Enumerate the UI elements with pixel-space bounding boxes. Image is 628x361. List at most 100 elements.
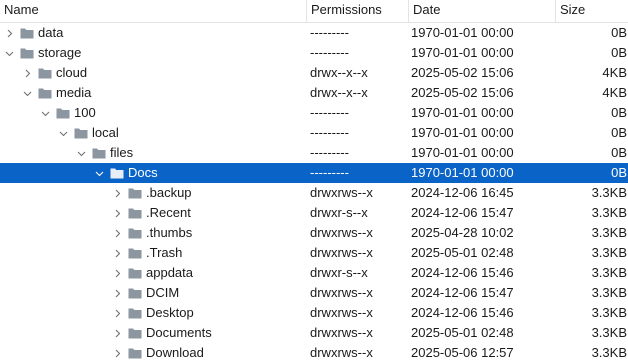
size-cell: 3.3KB (591, 285, 627, 300)
chevron-right-icon[interactable] (111, 323, 123, 343)
folder-icon (128, 187, 142, 199)
folder-name: Desktop (146, 305, 194, 320)
name-cell: DCIM (0, 283, 307, 303)
file-tree: Name Permissions Date Size data ---------… (0, 0, 628, 361)
chevron-right-icon[interactable] (3, 23, 15, 43)
folder-icon (128, 347, 142, 359)
folder-name: 100 (74, 105, 96, 120)
size-cell: 0B (611, 105, 627, 120)
chevron-right-icon[interactable] (111, 203, 123, 223)
tree-row[interactable]: .Recent drwxr-s--x 2024-12-06 15:47 3.3KB (0, 203, 628, 223)
size-cell: 0B (611, 125, 627, 140)
chevron-down-icon[interactable] (39, 103, 51, 123)
folder-name: cloud (56, 65, 88, 80)
permissions-cell: drwxrws--x (310, 305, 373, 320)
permissions-cell: --------- (310, 165, 349, 180)
size-cell: 4KB (602, 85, 627, 100)
permissions-cell: drwxrws--x (310, 285, 373, 300)
tree-rows: data --------- 1970-01-01 00:00 0B storage --… (0, 23, 628, 361)
permissions-cell: --------- (310, 45, 349, 60)
permissions-cell: --------- (310, 145, 349, 160)
folder-icon (128, 207, 142, 219)
date-cell: 1970-01-01 00:00 (411, 105, 514, 120)
column-header-name[interactable]: Name (0, 0, 307, 22)
folder-icon (38, 87, 52, 99)
tree-row[interactable]: Documents drwxrws--x 2025-05-01 02:48 3.3KB (0, 323, 628, 343)
name-cell: appdata (0, 263, 307, 283)
tree-row[interactable]: Docs --------- 1970-01-01 00:00 0B (0, 163, 628, 183)
tree-row[interactable]: Download drwxrws--x 2025-05-06 12:57 3.3KB (0, 343, 628, 361)
permissions-cell: --------- (310, 105, 349, 120)
chevron-down-icon[interactable] (93, 163, 105, 183)
tree-row[interactable]: data --------- 1970-01-01 00:00 0B (0, 23, 628, 43)
chevron-right-icon[interactable] (111, 263, 123, 283)
tree-row[interactable]: local --------- 1970-01-01 00:00 0B (0, 123, 628, 143)
size-cell: 3.3KB (591, 205, 627, 220)
chevron-down-icon[interactable] (3, 43, 15, 63)
date-cell: 2025-05-06 12:57 (411, 345, 514, 360)
permissions-cell: drwx--x--x (310, 65, 368, 80)
chevron-right-icon[interactable] (111, 223, 123, 243)
column-header: Name Permissions Date Size (0, 0, 628, 23)
folder-name: .thumbs (146, 225, 193, 240)
name-cell: .Trash (0, 243, 307, 263)
tree-row[interactable]: .backup drwxrws--x 2024-12-06 16:45 3.3KB (0, 183, 628, 203)
chevron-right-icon[interactable] (21, 63, 33, 83)
tree-row[interactable]: Desktop drwxrws--x 2024-12-06 15:46 3.3KB (0, 303, 628, 323)
date-cell: 1970-01-01 00:00 (411, 45, 514, 60)
chevron-right-icon[interactable] (111, 343, 123, 361)
chevron-right-icon[interactable] (111, 303, 123, 323)
name-cell: data (0, 23, 307, 43)
folder-name: storage (38, 45, 82, 60)
column-header-size[interactable]: Size (556, 0, 628, 22)
date-cell: 2025-05-01 02:48 (411, 325, 514, 340)
folder-name: Docs (128, 165, 158, 180)
name-cell: Docs (0, 163, 307, 183)
chevron-right-icon[interactable] (111, 243, 123, 263)
size-cell: 0B (611, 165, 627, 180)
folder-icon (128, 247, 142, 259)
tree-row[interactable]: files --------- 1970-01-01 00:00 0B (0, 143, 628, 163)
name-cell: storage (0, 43, 307, 63)
date-cell: 2024-12-06 16:45 (411, 185, 514, 200)
folder-name: local (92, 125, 119, 140)
folder-name: Download (146, 345, 204, 360)
folder-name: .backup (146, 185, 192, 200)
folder-icon (20, 47, 34, 59)
name-cell: local (0, 123, 307, 143)
date-cell: 1970-01-01 00:00 (411, 125, 514, 140)
folder-name: data (38, 25, 64, 40)
permissions-cell: --------- (310, 125, 349, 140)
permissions-cell: drwxrws--x (310, 345, 373, 360)
date-cell: 2025-05-01 02:48 (411, 245, 514, 260)
tree-row[interactable]: appdata drwxr-s--x 2024-12-06 15:46 3.3KB (0, 263, 628, 283)
date-cell: 1970-01-01 00:00 (411, 25, 514, 40)
folder-icon (128, 287, 142, 299)
folder-icon (128, 227, 142, 239)
chevron-right-icon[interactable] (111, 283, 123, 303)
size-cell: 0B (611, 25, 627, 40)
name-cell: Desktop (0, 303, 307, 323)
tree-row[interactable]: .thumbs drwxrws--x 2025-04-28 10:02 3.3KB (0, 223, 628, 243)
date-cell: 2025-05-02 15:06 (411, 85, 514, 100)
tree-row[interactable]: cloud drwx--x--x 2025-05-02 15:06 4KB (0, 63, 628, 83)
tree-row[interactable]: .Trash drwxrws--x 2025-05-01 02:48 3.3KB (0, 243, 628, 263)
tree-row[interactable]: storage --------- 1970-01-01 00:00 0B (0, 43, 628, 63)
folder-icon (74, 127, 88, 139)
chevron-down-icon[interactable] (21, 83, 33, 103)
name-cell: .thumbs (0, 223, 307, 243)
column-header-date[interactable]: Date (409, 0, 556, 22)
chevron-down-icon[interactable] (57, 123, 69, 143)
tree-row[interactable]: 100 --------- 1970-01-01 00:00 0B (0, 103, 628, 123)
chevron-right-icon[interactable] (111, 183, 123, 203)
tree-row[interactable]: DCIM drwxrws--x 2024-12-06 15:47 3.3KB (0, 283, 628, 303)
chevron-down-icon[interactable] (75, 143, 87, 163)
folder-name: DCIM (146, 285, 180, 300)
folder-name: files (110, 145, 134, 160)
date-cell: 2024-12-06 15:47 (411, 285, 514, 300)
column-header-permissions[interactable]: Permissions (307, 0, 409, 22)
size-cell: 3.3KB (591, 305, 627, 320)
permissions-cell: drwxrws--x (310, 325, 373, 340)
permissions-cell: drwxrws--x (310, 185, 373, 200)
tree-row[interactable]: media drwx--x--x 2025-05-02 15:06 4KB (0, 83, 628, 103)
